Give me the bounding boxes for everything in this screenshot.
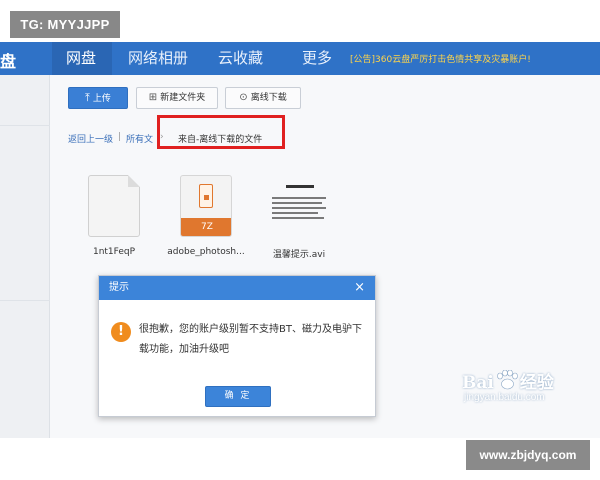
dialog-message: 很抱歉，您的账户级别暂不支持BT、磁力及电驴下载功能，加油升级吧 (139, 324, 362, 355)
dialog-title: 提示 (109, 282, 129, 293)
top-navigation: 盘 网盘 网络相册 云收藏 更多 [公告]360云盘严厉打击色情共享及灾暴账户! (0, 42, 600, 75)
zipper-icon (199, 184, 213, 208)
warning-icon: ! (111, 322, 131, 342)
breadcrumb-back-link[interactable]: 返回上一级 (68, 132, 113, 145)
sidebar-divider (0, 300, 50, 301)
baidu-logo-left: Bai (462, 373, 494, 393)
baidu-jingyan-watermark: Bai 经验 jingyan.baidu.com (462, 368, 582, 412)
paw-icon (497, 370, 518, 390)
close-icon[interactable]: × (354, 276, 365, 300)
sidebar-divider (0, 125, 50, 126)
video-thumbnail[interactable] (268, 179, 330, 235)
offline-download-button[interactable]: ⊙ 离线下载 (225, 87, 301, 109)
confirm-button[interactable]: 确 定 (205, 386, 271, 407)
archive-file-icon[interactable]: 7Z (180, 175, 232, 237)
document-file-icon[interactable] (88, 175, 140, 237)
thumbnail-text-line (272, 207, 326, 209)
baidu-url: jingyan.baidu.com (464, 392, 545, 403)
new-folder-label: 新建文件夹 (160, 93, 206, 103)
thumbnail-text-line (272, 197, 326, 199)
thumbnail-title-bar (286, 185, 314, 188)
page-fold (128, 175, 140, 187)
upload-button[interactable]: ⤒ 上传 (68, 87, 128, 109)
new-folder-button[interactable]: ⊞ 新建文件夹 (136, 87, 218, 109)
upload-label: 上传 (92, 94, 111, 104)
thumbnail-text-line (272, 217, 324, 219)
file-name[interactable]: 1nt1FeqP (69, 247, 159, 257)
thumbnail-text-line (272, 212, 318, 214)
offline-download-label: 离线下载 (250, 93, 287, 103)
tab-photo-album[interactable]: 网络相册 (128, 47, 188, 68)
red-highlight-box (157, 115, 285, 149)
sidebar (0, 75, 50, 438)
file-name[interactable]: 温馨提示.avi (254, 247, 344, 260)
thumbnail-text-line (272, 202, 322, 204)
dialog-header: 提示 × (99, 276, 375, 300)
baidu-logo-right: 经验 (519, 373, 554, 393)
breadcrumb-separator: | (118, 132, 122, 142)
new-folder-icon: ⊞ (148, 92, 158, 103)
notice-dialog: 提示 × ! 很抱歉，您的账户级别暂不支持BT、磁力及电驴下载功能，加油升级吧 … (98, 275, 376, 417)
watermark-tag: TG: MYYJJPP (10, 11, 120, 38)
announcement-link[interactable]: [公告]360云盘严厉打击色情共享及灾暴账户! (350, 52, 531, 65)
screenshot-root: TG: MYYJJPP 盘 网盘 网络相册 云收藏 更多 [公告]360云盘严厉… (0, 0, 600, 480)
tab-favorites[interactable]: 云收藏 (218, 47, 263, 68)
download-icon: ⊙ (239, 92, 248, 103)
upload-icon: ⤒ (85, 91, 90, 104)
site-watermark-tag: www.zbjdyq.com (466, 440, 590, 470)
file-name[interactable]: adobe_photosh... (161, 247, 251, 257)
app-logo: 盘 (0, 52, 17, 71)
archive-badge: 7Z (181, 218, 231, 236)
tab-cloud-disk[interactable]: 网盘 (66, 47, 96, 68)
tab-more[interactable]: 更多 (302, 47, 332, 68)
breadcrumb-all-files-link[interactable]: 所有文 (126, 132, 153, 145)
